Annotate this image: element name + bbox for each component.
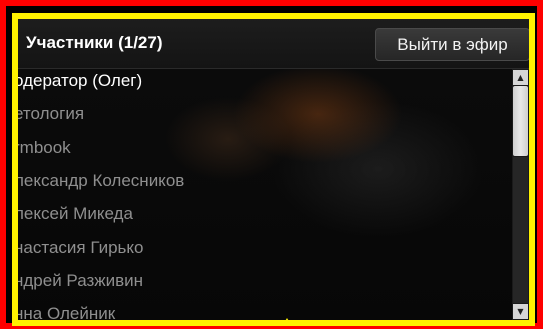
participant-item[interactable]: ндрей Разживин (18, 266, 143, 296)
scroll-down-arrow-icon[interactable]: ▼ (513, 304, 528, 319)
participants-list: одератор (Олег) етология rmbook лександр Ко… (18, 69, 511, 320)
highlight-pointer-icon (282, 318, 292, 326)
scroll-up-arrow-icon[interactable]: ▲ (513, 70, 528, 85)
participant-item[interactable]: нна Олейник (18, 299, 115, 320)
participant-item[interactable]: rmbook (18, 133, 71, 163)
participants-panel: Участники (1/27) Выйти в эфир одератор (… (12, 13, 535, 326)
participant-item[interactable]: настасия Гирько (18, 233, 143, 263)
panel-header: Участники (1/27) Выйти в эфир (18, 19, 529, 69)
participants-title: Участники (1/27) (26, 33, 163, 52)
scrollbar[interactable]: ▲ ▼ (512, 69, 529, 320)
participant-item[interactable]: етология (18, 99, 84, 129)
participant-item[interactable]: лексей Микеда (18, 199, 133, 229)
go-on-air-button[interactable]: Выйти в эфир (375, 28, 529, 61)
participant-item[interactable]: одератор (Олег) (18, 69, 142, 96)
scrollbar-thumb[interactable] (513, 86, 528, 156)
scrollbar-track[interactable] (513, 157, 528, 303)
participant-item[interactable]: лександр Колесников (18, 166, 184, 196)
